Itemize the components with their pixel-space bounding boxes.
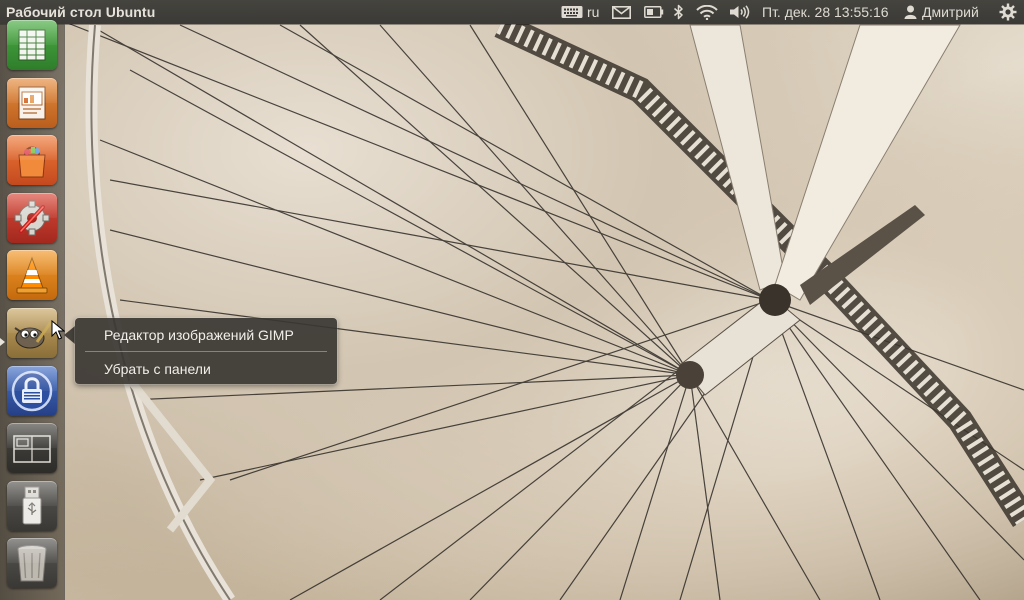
launcher-item-workspace-switcher[interactable] (7, 423, 57, 473)
ferris-wheel-image (59, 13, 1024, 600)
quicklist-menu: Редактор изображений GIMP Убрать с панел… (75, 318, 337, 384)
top-panel: Рабочий стол Ubuntu ru Пт. дек. 28 13:55… (0, 0, 1024, 24)
desktop-wallpaper (0, 0, 1024, 600)
quicklist-separator (85, 351, 327, 352)
launcher-item-presentation[interactable] (7, 78, 57, 128)
launcher (0, 20, 65, 600)
battery-icon (644, 6, 664, 18)
session-indicator[interactable] (999, 0, 1017, 24)
volume-icon (729, 5, 750, 19)
user-icon (904, 5, 917, 19)
battery-indicator[interactable] (644, 0, 664, 24)
launcher-item-keepassx[interactable] (7, 366, 57, 416)
user-indicator[interactable]: Дмитрий (904, 0, 979, 24)
clock-indicator[interactable]: Пт. дек. 28 13:55:16 (762, 0, 889, 24)
launcher-item-vlc[interactable] (7, 250, 57, 300)
user-name: Дмитрий (922, 4, 979, 20)
network-indicator[interactable] (696, 0, 718, 24)
quicklist-item-unpin[interactable]: Убрать с панели (104, 359, 211, 379)
mail-icon (612, 5, 631, 19)
sound-indicator[interactable] (729, 0, 750, 24)
launcher-item-spreadsheet[interactable] (7, 20, 57, 70)
launcher-item-trash[interactable] (7, 538, 57, 588)
keyboard-layout-label: ru (587, 4, 600, 20)
launcher-item-software-center[interactable] (7, 135, 57, 185)
clock-label: Пт. дек. 28 13:55:16 (762, 4, 889, 20)
gear-icon (999, 3, 1017, 21)
running-indicator (0, 338, 5, 346)
keyboard-icon (561, 5, 583, 19)
launcher-item-usb-drive[interactable] (7, 481, 57, 531)
launcher-item-gimp[interactable] (7, 308, 57, 358)
wifi-icon (696, 4, 718, 20)
keyboard-indicator[interactable]: ru (561, 0, 599, 24)
bluetooth-icon (673, 4, 684, 20)
launcher-item-system-settings[interactable] (7, 193, 57, 243)
quicklist-arrow (64, 326, 75, 344)
quicklist-title[interactable]: Редактор изображений GIMP (104, 325, 294, 345)
bluetooth-indicator[interactable] (673, 0, 684, 24)
mail-indicator[interactable] (612, 0, 631, 24)
mouse-cursor-icon (51, 320, 65, 340)
